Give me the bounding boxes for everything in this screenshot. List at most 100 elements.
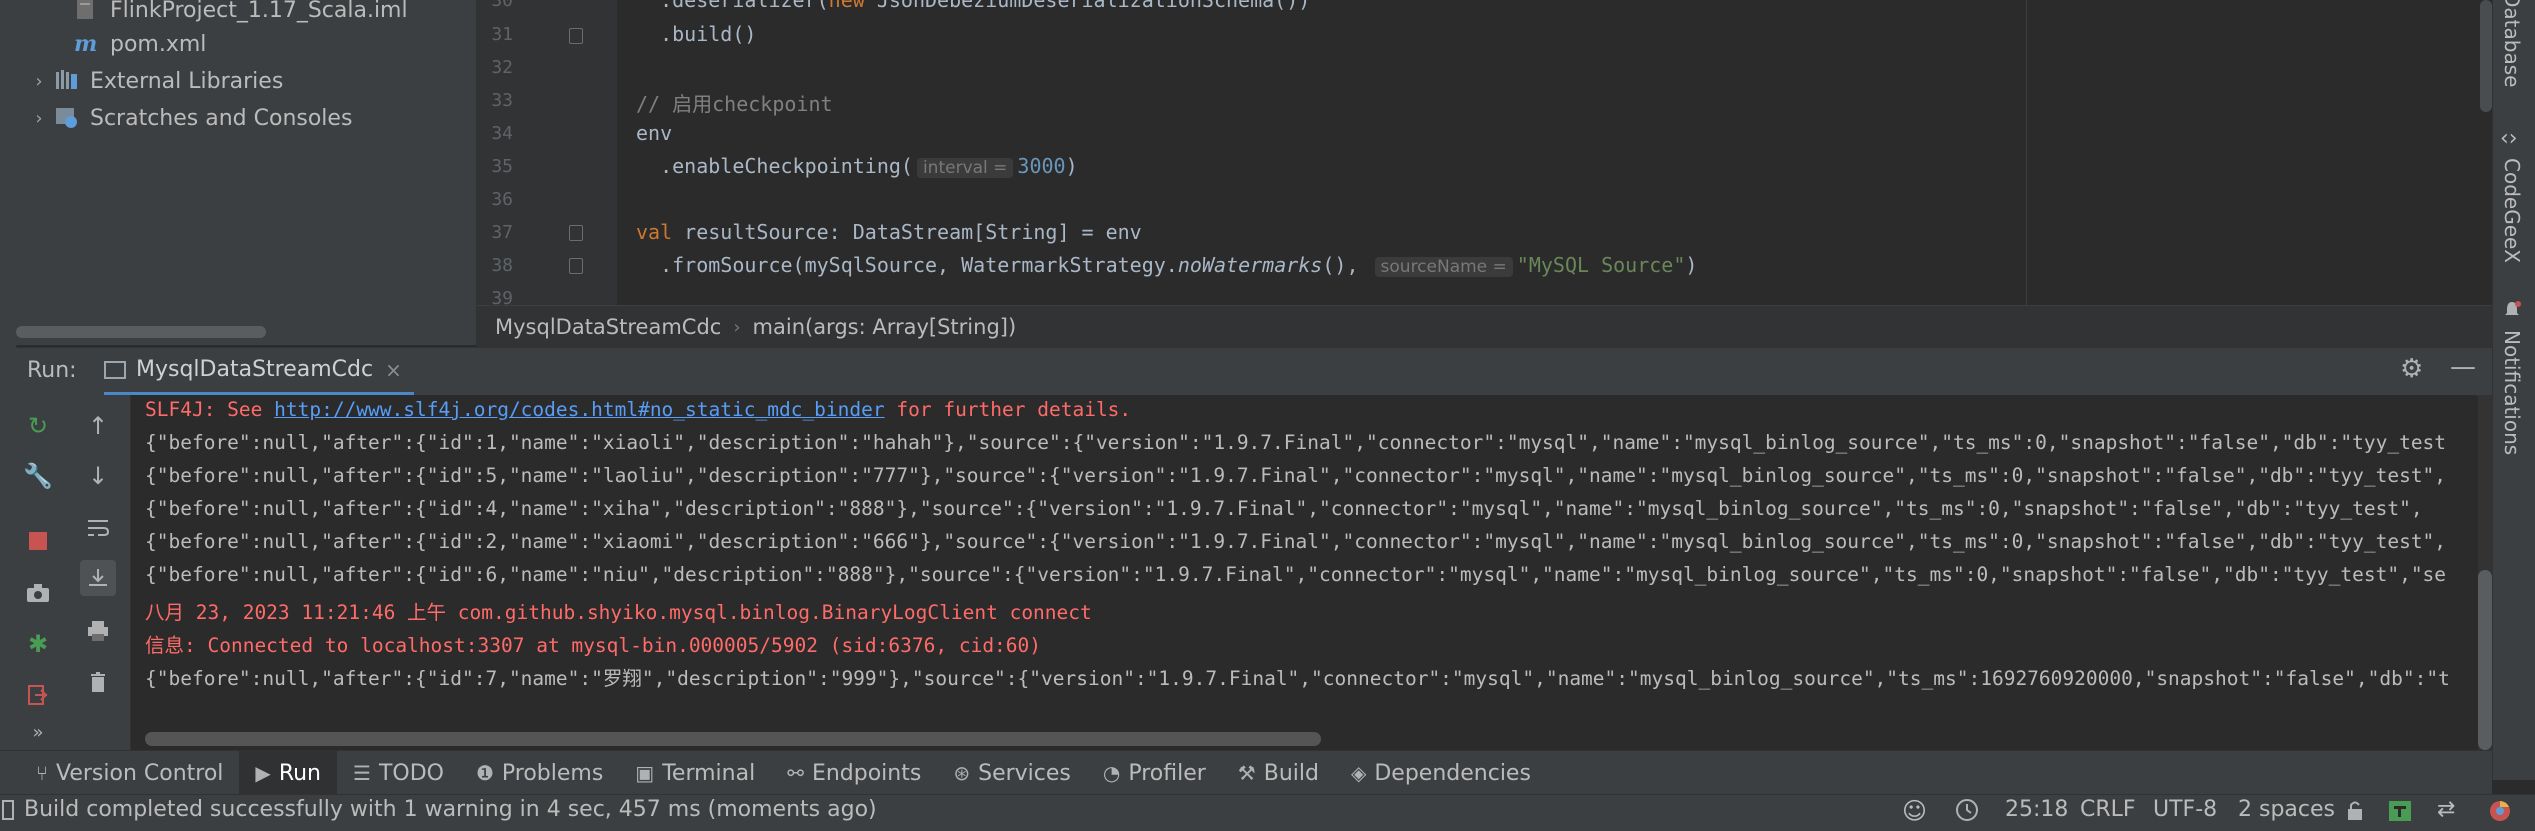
tree-item-label: Scratches and Consoles [90, 105, 353, 131]
console-line: {"before":null,"after":{"id":5,"name":"l… [145, 464, 2447, 487]
tab-terminal[interactable]: ▣ Terminal [619, 751, 771, 795]
profiler-icon: ◔ [1102, 761, 1121, 785]
line-separator[interactable]: CRLF [2080, 797, 2136, 822]
console-link[interactable]: http://www.slf4j.org/codes.html#no_stati… [274, 398, 884, 421]
fold-marker-icon[interactable] [569, 28, 583, 44]
tree-item-scratches[interactable]: › Scratches and Consoles [30, 100, 352, 136]
console-line: {"before":null,"after":{"id":1,"name":"x… [145, 431, 2447, 454]
arrow-down-icon[interactable]: ↓ [80, 458, 116, 494]
close-icon[interactable]: × [385, 358, 402, 382]
scroll-to-end-icon[interactable] [80, 560, 116, 596]
tab-build[interactable]: ⚒ Build [1222, 751, 1335, 795]
maven-icon: m [74, 31, 98, 57]
right-margin-guide [2026, 0, 2027, 305]
gear-icon[interactable]: ⚙ [2400, 354, 2423, 384]
tree-item-pom[interactable]: m pom.xml [68, 26, 206, 62]
tab-endpoints[interactable]: ⚯ Endpoints [771, 751, 937, 795]
code-line-37: val resultSource: DataStream[String] = e… [636, 220, 1142, 244]
debug-bug-icon[interactable]: ✱ [20, 626, 56, 662]
login-icon[interactable] [20, 677, 56, 713]
todo-icon: ☰ [353, 761, 371, 785]
console-line: {"before":null,"after":{"id":6,"name":"n… [145, 563, 2447, 586]
dependencies-icon: ◈ [1350, 761, 1367, 785]
tab-services[interactable]: ⊛ Services [937, 751, 1087, 795]
status-message[interactable]: Build completed successfully with 1 warn… [24, 797, 877, 822]
line-number: 32 [491, 57, 513, 78]
lock-icon[interactable] [2345, 800, 2365, 828]
no-connection-icon[interactable]: ⇄ [2437, 797, 2455, 822]
console-tab-icon [104, 360, 126, 379]
database-tool-button[interactable]: Database [2500, 0, 2524, 87]
rerun-icon[interactable]: ↻ [20, 408, 56, 444]
codegeex-icon: ‹› [2500, 126, 2518, 151]
stop-icon[interactable] [20, 523, 56, 559]
clock-icon[interactable] [1955, 798, 1979, 828]
console-line: {"before":null,"after":{"id":7,"name":"罗… [145, 667, 2450, 690]
parameter-hint: interval = [916, 158, 1014, 178]
console-vertical-scrollbar[interactable] [2478, 570, 2492, 750]
breadcrumb-item-class[interactable]: MysqlDataStreamCdc [495, 315, 721, 339]
notifications-tool-button[interactable]: Notifications [2500, 330, 2524, 455]
camera-icon[interactable] [20, 575, 56, 611]
indent-setting[interactable]: 2 spaces [2238, 797, 2335, 822]
project-tree-scrollbar[interactable] [16, 326, 266, 338]
tab-problems[interactable]: ❶ Problems [460, 751, 619, 795]
endpoints-icon: ⚯ [787, 761, 804, 785]
line-number: 38 [491, 255, 513, 276]
bottom-tool-window-bar: ⑂ Version Control ▶ Run ☰ TODO ❶ Problems ▣ T… [0, 750, 2492, 795]
tab-run[interactable]: ▶ Run [239, 751, 337, 795]
tree-item-external-libraries[interactable]: › External Libraries [30, 63, 283, 99]
codegeex-status-icon[interactable]: ☺ [1902, 797, 1927, 825]
soft-wrap-icon[interactable] [80, 510, 116, 546]
more-chevron-icon[interactable]: » [20, 714, 56, 750]
panel-toggle-icon[interactable] [2, 800, 14, 820]
code-line-33: // 启用checkpoint [636, 92, 833, 116]
version-control-icon: ⑂ [36, 761, 48, 785]
line-number: 37 [491, 222, 513, 243]
tab-todo[interactable]: ☰ TODO [337, 751, 460, 795]
tree-item-label: pom.xml [110, 31, 207, 57]
line-number: 30 [491, 0, 513, 11]
line-number: 35 [491, 156, 513, 177]
iml-file-icon [74, 0, 102, 23]
browser-icon[interactable] [2488, 799, 2512, 829]
fold-marker-icon[interactable] [569, 225, 583, 241]
console-line-info: 信息: Connected to localhost:3307 at mysql… [145, 634, 1042, 657]
problems-icon: ❶ [475, 761, 494, 785]
build-icon: ⚒ [1237, 761, 1256, 785]
code-line-35: .enableCheckpointing(interval = 3000) [636, 154, 1078, 178]
console-horizontal-scrollbar[interactable] [145, 732, 1321, 746]
chevron-right-icon: › [733, 316, 741, 338]
bell-icon [2502, 300, 2522, 320]
run-panel-label: Run: [27, 358, 77, 383]
print-icon[interactable] [80, 613, 116, 649]
trash-icon[interactable] [80, 664, 116, 700]
arrow-up-icon[interactable]: ↑ [80, 408, 116, 444]
line-number: 33 [491, 90, 513, 111]
caret-position[interactable]: 25:18 [2005, 797, 2068, 822]
run-tab[interactable]: MysqlDataStreamCdc × [104, 347, 414, 395]
code-line-34: env [636, 121, 673, 145]
chevron-right-icon[interactable]: › [30, 71, 48, 92]
tree-item-iml[interactable]: FlinkProject_1.17_Scala.iml [68, 0, 408, 28]
terminal-icon: ▣ [635, 761, 655, 785]
breadcrumb-item-method[interactable]: main(args: Array[String]) [753, 315, 1017, 339]
tab-version-control[interactable]: ⑂ Version Control [20, 751, 239, 795]
tab-dependencies[interactable]: ◈ Dependencies [1335, 751, 1547, 795]
plugin-status-icon[interactable] [2388, 800, 2412, 828]
minimize-icon[interactable]: — [2450, 352, 2476, 382]
wrench-icon[interactable]: 🔧 [20, 458, 56, 494]
services-icon: ⊛ [953, 761, 971, 785]
tree-item-label: FlinkProject_1.17_Scala.iml [110, 0, 408, 23]
editor-scrollbar[interactable] [2480, 0, 2492, 112]
code-line-31: .build() [636, 22, 757, 46]
fold-marker-icon[interactable] [569, 258, 583, 274]
libraries-icon [54, 68, 82, 94]
code-line-38: .fromSource(mySqlSource, WatermarkStrate… [636, 253, 1698, 277]
chevron-right-icon[interactable]: › [30, 108, 48, 129]
project-tree: FlinkProject_1.17_Scala.iml m pom.xml › … [16, 0, 477, 345]
file-encoding[interactable]: UTF-8 [2153, 797, 2217, 822]
tab-profiler[interactable]: ◔ Profiler [1087, 751, 1222, 795]
codegeex-tool-button[interactable]: CodeGeeX [2500, 158, 2524, 263]
console-line-slf4j: SLF4J: See http://www.slf4j.org/codes.ht… [145, 398, 1132, 421]
